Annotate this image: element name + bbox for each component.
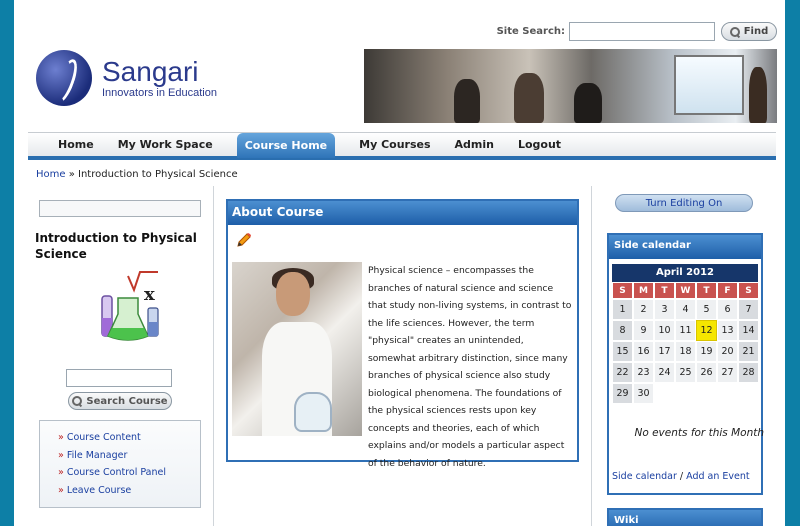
calendar-day[interactable]: 16 bbox=[633, 341, 654, 362]
calendar-empty-cell bbox=[717, 383, 738, 404]
calendar-day[interactable]: 25 bbox=[675, 362, 696, 383]
calendar-day[interactable]: 19 bbox=[696, 341, 717, 362]
about-course-box: About Course Physical science – encompas… bbox=[226, 199, 579, 469]
calendar-day[interactable]: 27 bbox=[717, 362, 738, 383]
course-search-input[interactable] bbox=[66, 369, 172, 387]
side-calendar-box: Side calendar April 2012 SMTWTFS12345678… bbox=[607, 233, 764, 495]
edit-pencil-icon[interactable] bbox=[236, 232, 252, 248]
breadcrumb-home[interactable]: Home bbox=[36, 169, 66, 180]
main-nav: Home My Work Space Course Home My Course… bbox=[28, 132, 776, 160]
nav-course-home[interactable]: Course Home bbox=[236, 133, 336, 158]
wiki-title: Wiki bbox=[609, 510, 761, 526]
search-course-button[interactable]: Search Course bbox=[68, 392, 172, 410]
calendar-day[interactable]: 17 bbox=[654, 341, 675, 362]
wiki-box: Wiki bbox=[607, 508, 763, 526]
calendar-grid: S M T W T F S 1 2 3 4 5 6 7 8 9 10 11 12 13 14 15 16 17 18 19 20 21… bbox=[612, 282, 759, 404]
no-events-message: No events for this Month bbox=[634, 427, 764, 439]
calendar-day-header: S bbox=[738, 282, 759, 299]
add-event-link[interactable]: Add an Event bbox=[686, 471, 750, 482]
left-top-field[interactable] bbox=[39, 200, 201, 217]
breadcrumb: Home » Introduction to Physical Science bbox=[36, 169, 238, 180]
calendar-day[interactable]: 28 bbox=[738, 362, 759, 383]
breadcrumb-current: Introduction to Physical Science bbox=[78, 169, 238, 180]
side-calendar-title: Side calendar bbox=[609, 235, 761, 259]
logo[interactable]: Sangari Innovators in Education bbox=[36, 50, 217, 106]
classroom-banner-image bbox=[364, 49, 777, 123]
science-flask-icon: x bbox=[101, 271, 159, 341]
calendar-day[interactable]: 13 bbox=[717, 320, 738, 341]
course-links: » Course Content » File Manager » Course Co… bbox=[39, 420, 201, 508]
calendar-day[interactable]: 1 bbox=[612, 299, 633, 320]
link-file-manager[interactable]: » File Manager bbox=[58, 447, 200, 465]
calendar-day-header: F bbox=[717, 282, 738, 299]
search-icon bbox=[729, 26, 740, 37]
calendar-day[interactable]: 18 bbox=[675, 341, 696, 362]
nav-home[interactable]: Home bbox=[58, 138, 94, 151]
center-column: About Course Physical science – encompas… bbox=[214, 186, 592, 526]
calendar-empty-cell bbox=[738, 383, 759, 404]
site-search: Site Search: Find bbox=[497, 22, 777, 41]
calendar-day[interactable]: 3 bbox=[654, 299, 675, 320]
calendar-day[interactable]: 6 bbox=[717, 299, 738, 320]
calendar-day[interactable]: 11 bbox=[675, 320, 696, 341]
calendar-day-header: T bbox=[654, 282, 675, 299]
calendar-empty-cell bbox=[675, 383, 696, 404]
calendar-day[interactable]: 14 bbox=[738, 320, 759, 341]
calendar-day[interactable]: 10 bbox=[654, 320, 675, 341]
calendar-day-header: T bbox=[696, 282, 717, 299]
nav-my-courses[interactable]: My Courses bbox=[359, 138, 430, 151]
find-label: Find bbox=[743, 26, 769, 37]
calendar-day[interactable]: 15 bbox=[612, 341, 633, 362]
site-search-label: Site Search: bbox=[496, 26, 565, 37]
turn-editing-on-button[interactable]: Turn Editing On bbox=[615, 194, 753, 212]
calendar-day[interactable]: 21 bbox=[738, 341, 759, 362]
calendar-empty-cell bbox=[696, 383, 717, 404]
site-search-input[interactable] bbox=[569, 22, 715, 41]
student-lab-photo bbox=[232, 262, 362, 436]
left-column: Introduction to Physical Science x Searc… bbox=[28, 186, 214, 526]
logo-name: Sangari bbox=[102, 56, 199, 87]
calendar-day[interactable]: 22 bbox=[612, 362, 633, 383]
calendar-day[interactable]: 26 bbox=[696, 362, 717, 383]
calendar-empty-cell bbox=[654, 383, 675, 404]
search-course-label: Search Course bbox=[86, 395, 168, 407]
calendar-day-header: W bbox=[675, 282, 696, 299]
search-icon bbox=[72, 396, 83, 406]
link-leave-course[interactable]: » Leave Course bbox=[58, 482, 200, 500]
course-title: Introduction to Physical Science bbox=[35, 231, 197, 261]
calendar-links-separator: / bbox=[676, 471, 687, 482]
about-course-title: About Course bbox=[228, 201, 577, 225]
breadcrumb-separator: » bbox=[65, 169, 79, 180]
calendar-day[interactable]: 4 bbox=[675, 299, 696, 320]
about-course-text: Physical science – encompasses the branc… bbox=[368, 265, 572, 469]
link-course-content[interactable]: » Course Content bbox=[58, 429, 200, 447]
calendar-day[interactable]: 29 bbox=[612, 383, 633, 404]
nav-admin[interactable]: Admin bbox=[455, 138, 494, 151]
calendar-day[interactable]: 30 bbox=[633, 383, 654, 404]
nav-logout[interactable]: Logout bbox=[518, 138, 561, 151]
calendar-day[interactable]: 24 bbox=[654, 362, 675, 383]
calendar-day[interactable]: 23 bbox=[633, 362, 654, 383]
calendar-day[interactable]: 12 bbox=[696, 320, 717, 341]
logo-tagline: Innovators in Education bbox=[102, 87, 217, 99]
calendar-month: April 2012 bbox=[612, 264, 758, 282]
calendar-table: April 2012 S M T W T F S 1 2 3 4 5 6 7 8 9 10 11 12 13 14 15 1… bbox=[612, 264, 759, 404]
calendar-day[interactable]: 7 bbox=[738, 299, 759, 320]
calendar-day[interactable]: 8 bbox=[612, 320, 633, 341]
side-calendar-link[interactable]: Side calendar bbox=[612, 471, 677, 482]
right-column: Turn Editing On Side calendar April 2012… bbox=[592, 186, 785, 526]
link-course-control-panel[interactable]: » Course Control Panel bbox=[58, 464, 200, 482]
find-button[interactable]: Find bbox=[721, 22, 777, 41]
nav-my-work-space[interactable]: My Work Space bbox=[118, 138, 213, 151]
calendar-day[interactable]: 20 bbox=[717, 341, 738, 362]
calendar-links: Side calendar / Add an Event bbox=[612, 471, 750, 482]
calendar-day[interactable]: 2 bbox=[633, 299, 654, 320]
calendar-day-header: S bbox=[612, 282, 633, 299]
calendar-day-header: M bbox=[633, 282, 654, 299]
page: Site Search: Find Sangari Innovators in … bbox=[14, 0, 785, 526]
logo-icon bbox=[36, 50, 92, 106]
calendar-day[interactable]: 5 bbox=[696, 299, 717, 320]
svg-text:x: x bbox=[144, 284, 155, 305]
calendar-day[interactable]: 9 bbox=[633, 320, 654, 341]
